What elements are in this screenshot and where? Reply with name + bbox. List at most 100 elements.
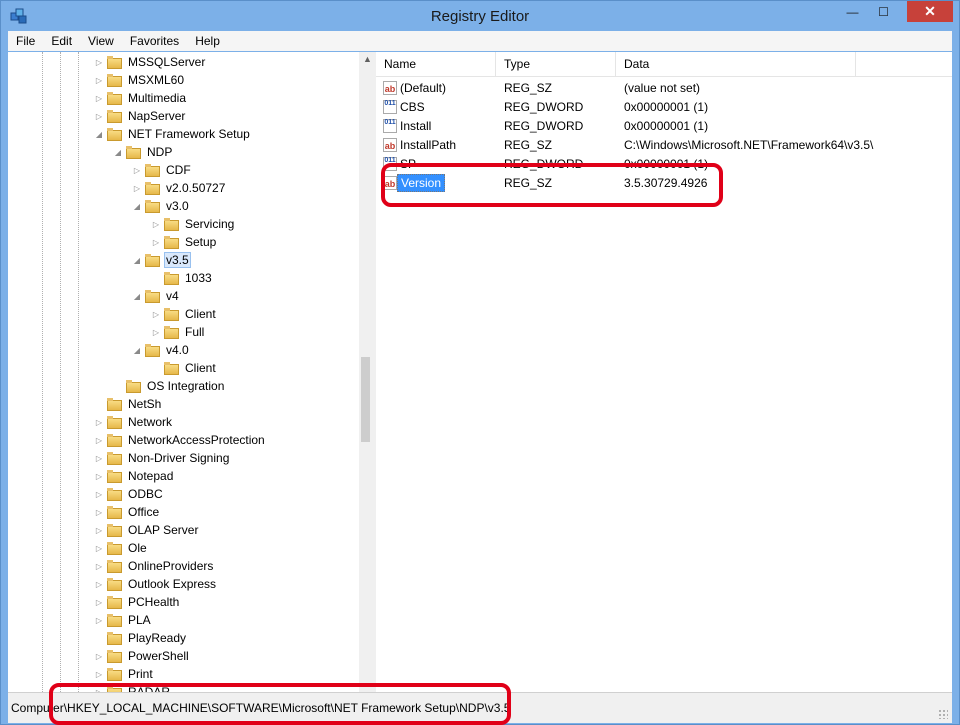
expand-arrow-icon[interactable]: ▷	[132, 166, 142, 175]
expand-arrow-icon[interactable]: ▷	[94, 652, 104, 661]
expand-arrow-icon[interactable]: ▷	[94, 616, 104, 625]
expand-arrow-icon[interactable]: ▷	[94, 76, 104, 85]
tree-item[interactable]: 1033	[151, 269, 214, 287]
value-row-selected[interactable]: ab Version REG_SZ 3.5.30729.4926	[376, 173, 952, 192]
tree-item[interactable]: ▷ PowerShell	[94, 647, 191, 665]
folder-icon	[164, 235, 179, 249]
tree-item[interactable]: ◢ v4	[132, 287, 181, 305]
expand-arrow-icon[interactable]: ▷	[151, 220, 161, 229]
tree-item[interactable]: ▷ OnlineProviders	[94, 557, 215, 575]
menu-file[interactable]: File	[8, 34, 43, 48]
tree-item[interactable]: ◢ v4.0	[132, 341, 191, 359]
tree-item[interactable]: NetSh	[94, 395, 163, 413]
tree-item[interactable]: ▷ Office	[94, 503, 161, 521]
tree-item[interactable]: ▷ Outlook Express	[94, 575, 218, 593]
dword-value-icon: 011	[383, 156, 397, 171]
tree-item[interactable]: ▷ NetworkAccessProtection	[94, 431, 267, 449]
tree-item[interactable]: ▷ Multimedia	[94, 89, 188, 107]
expand-arrow-icon[interactable]: ▷	[94, 544, 104, 553]
folder-icon	[126, 379, 141, 393]
folder-icon	[107, 55, 122, 69]
close-button[interactable]: ✕	[907, 1, 953, 22]
collapse-arrow-icon[interactable]: ◢	[113, 148, 123, 157]
tree-item[interactable]: ▷ Client	[151, 305, 218, 323]
value-row[interactable]: ab (Default) REG_SZ (value not set)	[376, 78, 952, 97]
expand-arrow-icon[interactable]: ▷	[94, 490, 104, 499]
menu-view[interactable]: View	[80, 34, 122, 48]
resize-grip-icon[interactable]	[938, 709, 948, 719]
column-header-name[interactable]: Name	[376, 52, 496, 76]
expand-arrow-icon[interactable]: ▷	[132, 184, 142, 193]
folder-open-icon	[145, 289, 160, 303]
folder-icon	[107, 487, 122, 501]
expand-arrow-icon[interactable]: ▷	[94, 508, 104, 517]
tree-item[interactable]: OS Integration	[113, 377, 226, 395]
column-header-type[interactable]: Type	[496, 52, 616, 76]
tree-item[interactable]: ▷ Non-Driver Signing	[94, 449, 231, 467]
expand-arrow-icon[interactable]: ▷	[94, 670, 104, 679]
expand-arrow-icon[interactable]: ▷	[94, 436, 104, 445]
tree-item[interactable]: PlayReady	[94, 629, 188, 647]
title-bar[interactable]: Registry Editor — ☐ ✕	[1, 1, 959, 31]
menu-edit[interactable]: Edit	[43, 34, 80, 48]
expand-arrow-icon[interactable]: ▷	[94, 112, 104, 121]
folder-icon	[107, 595, 122, 609]
folder-open-icon	[107, 127, 122, 141]
collapse-arrow-icon[interactable]: ◢	[132, 346, 142, 355]
tree-item[interactable]: ▷ Notepad	[94, 467, 175, 485]
collapse-arrow-icon[interactable]: ◢	[94, 130, 104, 139]
expand-arrow-icon[interactable]: ▷	[94, 580, 104, 589]
value-row[interactable]: 011 Install REG_DWORD 0x00000001 (1)	[376, 116, 952, 135]
folder-icon	[164, 217, 179, 231]
expand-arrow-icon[interactable]: ▷	[94, 562, 104, 571]
folder-icon	[164, 361, 179, 375]
value-row[interactable]: 011 SP REG_DWORD 0x00000001 (1)	[376, 154, 952, 173]
tree-item-selected[interactable]: ◢ v3.5	[132, 251, 191, 269]
collapse-arrow-icon[interactable]: ◢	[132, 292, 142, 301]
tree-item[interactable]: ▷ v2.0.50727	[132, 179, 227, 197]
tree-item[interactable]: ▷ Network	[94, 413, 174, 431]
expand-arrow-icon[interactable]: ▷	[94, 526, 104, 535]
folder-icon	[107, 91, 122, 105]
tree-item[interactable]: ◢ NDP	[113, 143, 174, 161]
tree-item[interactable]: ▷ CDF	[132, 161, 193, 179]
expand-arrow-icon[interactable]: ▷	[151, 328, 161, 337]
collapse-arrow-icon[interactable]: ◢	[132, 202, 142, 211]
tree-item[interactable]: ▷ OLAP Server	[94, 521, 200, 539]
tree-item[interactable]: ▷ RADAR	[94, 683, 172, 692]
expand-arrow-icon[interactable]: ▷	[94, 472, 104, 481]
expand-arrow-icon[interactable]: ▷	[94, 58, 104, 67]
value-row[interactable]: ab InstallPath REG_SZ C:\Windows\Microso…	[376, 135, 952, 154]
tree-item[interactable]: ▷ Setup	[151, 233, 218, 251]
expand-arrow-icon[interactable]: ▷	[94, 418, 104, 427]
value-row[interactable]: 011 CBS REG_DWORD 0x00000001 (1)	[376, 97, 952, 116]
tree-item[interactable]: ▷ Full	[151, 323, 206, 341]
expand-arrow-icon[interactable]: ▷	[151, 238, 161, 247]
tree-item[interactable]: ▷ Print	[94, 665, 155, 683]
tree-item[interactable]: Client	[151, 359, 218, 377]
expand-arrow-icon[interactable]: ▷	[151, 310, 161, 319]
tree-item[interactable]: ▷ ODBC	[94, 485, 165, 503]
minimize-button[interactable]: —	[837, 1, 868, 22]
expand-arrow-icon[interactable]: ▷	[94, 598, 104, 607]
values-list[interactable]: Name Type Data ab (Default) REG_SZ (valu…	[376, 52, 952, 692]
expand-arrow-icon[interactable]: ▷	[94, 94, 104, 103]
column-header-data[interactable]: Data	[616, 52, 856, 76]
registry-tree[interactable]: ▷ MSSQLServer ▷ MSXML60 ▷ Multimedia ▷ NapSe…	[8, 52, 371, 692]
tree-item[interactable]: ▷ Ole	[94, 539, 149, 557]
tree-item[interactable]: ◢ v3.0	[132, 197, 191, 215]
tree-item[interactable]: ▷ MSSQLServer	[94, 53, 207, 71]
collapse-arrow-icon[interactable]: ◢	[132, 256, 142, 265]
expand-arrow-icon[interactable]: ▷	[94, 454, 104, 463]
tree-item[interactable]: ▷ Servicing	[151, 215, 236, 233]
tree-item[interactable]: ▷ PLA	[94, 611, 153, 629]
tree-item[interactable]: ▷ MSXML60	[94, 71, 186, 89]
status-bar: Computer\HKEY_LOCAL_MACHINE\SOFTWARE\Mic…	[8, 692, 952, 723]
folder-open-icon	[145, 343, 160, 357]
maximize-button[interactable]: ☐	[868, 1, 899, 22]
menu-help[interactable]: Help	[187, 34, 228, 48]
tree-item[interactable]: ▷ NapServer	[94, 107, 187, 125]
tree-item[interactable]: ▷ PCHealth	[94, 593, 181, 611]
tree-item[interactable]: ◢ NET Framework Setup	[94, 125, 252, 143]
menu-favorites[interactable]: Favorites	[122, 34, 187, 48]
